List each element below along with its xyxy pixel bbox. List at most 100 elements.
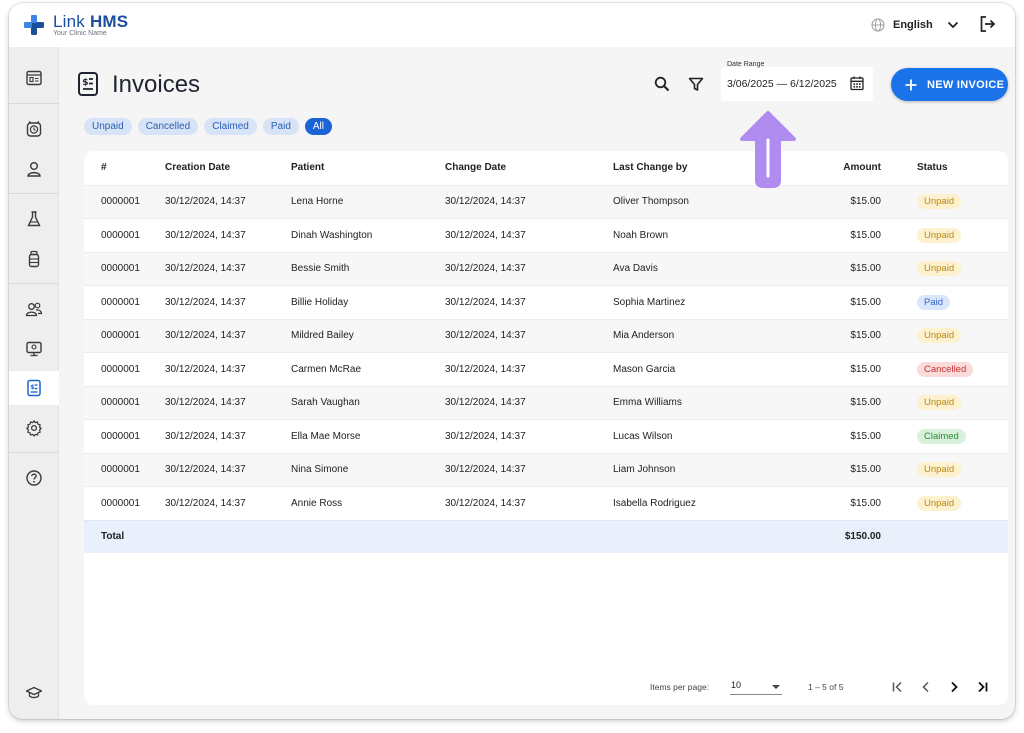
cell-change-date: 30/12/2024, 14:37 xyxy=(445,352,613,386)
sidebar-item-staff[interactable] xyxy=(9,292,59,326)
table-row[interactable]: 0000001 30/12/2024, 14:37 Billie Holiday… xyxy=(84,285,1008,319)
table-row[interactable]: 0000001 30/12/2024, 14:37 Carmen McRae 3… xyxy=(84,352,1008,386)
cell-amount: $15.00 xyxy=(758,486,893,520)
table-row[interactable]: 0000001 30/12/2024, 14:37 Bessie Smith 3… xyxy=(84,251,1008,286)
filter-icon[interactable] xyxy=(687,75,705,93)
filter-chip-cancelled[interactable]: Cancelled xyxy=(137,118,199,135)
sidebar-item-appointments[interactable] xyxy=(9,112,59,146)
sidebar-item-monitor[interactable] xyxy=(9,332,59,366)
flask-icon xyxy=(27,211,41,227)
sidebar-item-patients[interactable] xyxy=(9,152,59,186)
cell-amount: $15.00 xyxy=(758,385,893,420)
page-title: Invoices xyxy=(112,71,201,98)
language-selector[interactable]: English xyxy=(871,16,959,34)
new-invoice-button[interactable]: NEW INVOICE xyxy=(891,68,1008,101)
column-header-number[interactable]: # xyxy=(84,151,165,185)
cell-last-change-by: Sophia Martinez xyxy=(613,285,758,319)
sidebar-item-training[interactable] xyxy=(9,676,59,710)
sidebar-item-settings[interactable] xyxy=(9,411,59,445)
table-row[interactable]: 0000001 30/12/2024, 14:37 Mildred Bailey… xyxy=(84,318,1008,353)
monitor-icon xyxy=(26,341,42,357)
table-row[interactable]: 0000001 30/12/2024, 14:37 Lena Horne 30/… xyxy=(84,184,1008,219)
status-badge: Unpaid xyxy=(917,328,962,344)
pagination: Items per page: 10 1 – 5 of 5 xyxy=(84,671,1008,705)
pagination-range: 1 – 5 of 5 xyxy=(808,682,844,692)
cell-change-date: 30/12/2024, 14:37 xyxy=(445,318,613,353)
next-page-icon[interactable] xyxy=(946,679,962,695)
cell-change-date: 30/12/2024, 14:37 xyxy=(445,218,613,252)
filter-chip-paid[interactable]: Paid xyxy=(262,118,299,135)
date-range-value[interactable]: 3/06/2025 — 6/12/2025 xyxy=(727,78,837,90)
date-range-picker[interactable]: Date Range 3/06/2025 — 6/12/2025 xyxy=(721,61,873,101)
column-header-patient[interactable]: Patient xyxy=(291,151,445,185)
cell-patient: Carmen McRae xyxy=(291,352,445,386)
status-badge: Unpaid xyxy=(917,462,962,478)
cell-creation-date: 30/12/2024, 14:37 xyxy=(165,385,291,420)
cell-patient: Annie Ross xyxy=(291,486,445,520)
cell-change-date: 30/12/2024, 14:37 xyxy=(445,184,613,219)
cell-id: 0000001 xyxy=(84,385,165,420)
language-label: English xyxy=(893,19,933,31)
clinic-name: Your Clinic Name xyxy=(53,30,107,37)
app-window: Link HMS Your Clinic Name English $ $ In… xyxy=(9,3,1015,719)
table-row[interactable]: 0000001 30/12/2024, 14:37 Annie Ross 30/… xyxy=(84,486,1008,520)
brand-light: Link xyxy=(53,12,85,31)
cell-id: 0000001 xyxy=(84,452,165,487)
cell-patient: Mildred Bailey xyxy=(291,318,445,353)
cell-last-change-by: Liam Johnson xyxy=(613,452,758,487)
cell-change-date: 30/12/2024, 14:37 xyxy=(445,486,613,520)
date-range-label: Date Range xyxy=(727,61,765,68)
previous-page-icon[interactable] xyxy=(918,679,934,695)
column-header-change-date[interactable]: Change Date xyxy=(445,151,613,185)
table-row[interactable]: 0000001 30/12/2024, 14:37 Nina Simone 30… xyxy=(84,452,1008,487)
cell-creation-date: 30/12/2024, 14:37 xyxy=(165,184,291,219)
invoices-table: # Creation Date Patient Change Date Last… xyxy=(84,151,1008,553)
invoice-icon: $ xyxy=(27,379,41,397)
cell-change-date: 30/12/2024, 14:37 xyxy=(445,251,613,286)
cell-id: 0000001 xyxy=(84,218,165,252)
medicine-bottle-icon xyxy=(28,250,40,268)
table-row[interactable]: 0000001 30/12/2024, 14:37 Sarah Vaughan … xyxy=(84,385,1008,420)
last-page-icon[interactable] xyxy=(974,679,990,695)
sidebar-item-invoices[interactable]: $ xyxy=(9,371,59,405)
status-badge: Unpaid xyxy=(917,194,962,210)
logout-icon[interactable] xyxy=(979,15,997,33)
filter-chip-claimed[interactable]: Claimed xyxy=(204,118,257,135)
cell-change-date: 30/12/2024, 14:37 xyxy=(445,452,613,487)
sidebar-item-dashboard[interactable] xyxy=(9,61,59,95)
plus-icon xyxy=(905,79,917,90)
cell-last-change-by: Noah Brown xyxy=(613,218,758,252)
filter-chip-all[interactable]: All xyxy=(304,118,333,135)
cell-last-change-by: Mason Garcia xyxy=(613,352,758,386)
cell-patient: Nina Simone xyxy=(291,452,445,487)
top-bar: Link HMS Your Clinic Name English xyxy=(9,3,1015,47)
cell-patient: Bessie Smith xyxy=(291,251,445,286)
sidebar-item-lab[interactable] xyxy=(9,202,59,236)
cell-last-change-by: Ava Davis xyxy=(613,251,758,286)
cell-last-change-by: Emma Williams xyxy=(613,385,758,420)
cell-id: 0000001 xyxy=(84,251,165,286)
person-icon xyxy=(27,162,41,177)
filter-chip-unpaid[interactable]: Unpaid xyxy=(84,118,132,135)
status-badge: Cancelled xyxy=(917,361,974,377)
table-row[interactable]: 0000001 30/12/2024, 14:37 Ella Mae Morse… xyxy=(84,419,1008,453)
cell-creation-date: 30/12/2024, 14:37 xyxy=(165,452,291,487)
cell-amount: $15.00 xyxy=(758,352,893,386)
brand-bold: HMS xyxy=(89,12,129,31)
search-icon[interactable] xyxy=(653,75,671,93)
invoices-table-card: # Creation Date Patient Change Date Last… xyxy=(84,151,1008,705)
cell-amount: $15.00 xyxy=(758,251,893,286)
first-page-icon[interactable] xyxy=(890,679,906,695)
cell-last-change-by: Oliver Thompson xyxy=(613,184,758,219)
main-content: $ Invoices Date Range 3/06/2025 — 6/12/2… xyxy=(60,47,1015,719)
cell-change-date: 30/12/2024, 14:37 xyxy=(445,419,613,453)
sidebar-item-help[interactable] xyxy=(9,461,59,495)
sidebar-item-pharmacy[interactable] xyxy=(9,242,59,276)
table-row[interactable]: 0000001 30/12/2024, 14:37 Dinah Washingt… xyxy=(84,218,1008,252)
items-per-page-select[interactable]: 10 xyxy=(730,677,782,695)
column-header-status[interactable]: Status xyxy=(893,151,1008,185)
calendar-icon[interactable] xyxy=(849,75,865,91)
cell-last-change-by: Mia Anderson xyxy=(613,318,758,353)
column-header-creation-date[interactable]: Creation Date xyxy=(165,151,291,185)
total-amount: $150.00 xyxy=(758,519,893,553)
